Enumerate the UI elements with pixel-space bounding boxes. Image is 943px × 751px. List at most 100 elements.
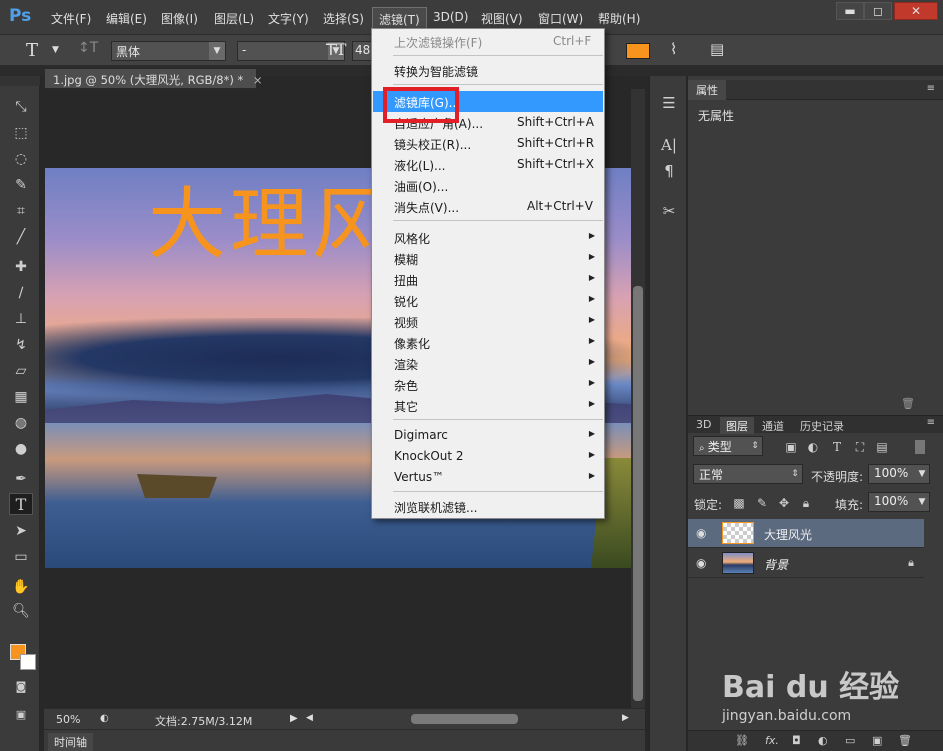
layer-row[interactable]: ◉ 背景 🔒︎ <box>688 549 924 578</box>
zoom-tool-icon[interactable]: 🔍︎ <box>9 600 33 622</box>
maximize-button[interactable]: ◻ <box>864 2 892 20</box>
fx-icon[interactable]: fx. <box>765 734 779 747</box>
menu-item-liquify[interactable]: 液化(L)... Shift+Ctrl+X <box>373 154 603 175</box>
menu-file[interactable]: 文件(F) <box>51 10 91 27</box>
eyedropper-tool-icon[interactable]: ╱ <box>9 226 33 248</box>
menu-item-convert-smart-filter[interactable]: 转换为智能滤镜 <box>373 60 603 81</box>
layer-name[interactable]: 大理风光 <box>764 526 812 543</box>
document-tab[interactable]: 1.jpg @ 50% (大理风光, RGB/8*) * × <box>44 68 263 89</box>
panel-menu-icon[interactable]: ≡ <box>927 83 935 94</box>
fill-input[interactable]: 100% ▼ <box>868 492 930 512</box>
link-layers-icon[interactable]: ⛓ <box>735 734 749 747</box>
lock-all-icon[interactable]: 🔒︎ <box>798 496 814 512</box>
close-button[interactable]: ✕ <box>894 2 938 20</box>
menu-view[interactable]: 视图(V) <box>481 10 523 27</box>
adjustment-layer-icon[interactable]: ◐ <box>818 734 828 747</box>
horizontal-scrollbar-thumb[interactable] <box>411 714 518 724</box>
menu-item-pixelate[interactable]: 像素化 ▶ <box>373 332 603 353</box>
brush-tool-icon[interactable]: ∕ <box>9 282 33 304</box>
background-color-swatch[interactable] <box>20 654 36 670</box>
menu-item-lens-correction[interactable]: 镜头校正(R)... Shift+Ctrl+R <box>373 133 603 154</box>
scrollbar-thumb[interactable] <box>633 286 643 701</box>
menu-item-video[interactable]: 视频 ▶ <box>373 311 603 332</box>
panel-menu-icon[interactable]: ≡ <box>927 417 935 428</box>
delete-layer-icon[interactable]: 🗑︎ <box>898 734 912 747</box>
adjustment-filter-icon[interactable]: ◐ <box>805 440 821 456</box>
add-mask-icon[interactable]: ◘ <box>792 734 801 747</box>
lock-transparent-icon[interactable]: ▩ <box>731 496 747 512</box>
gradient-tool-icon[interactable]: ▦ <box>9 386 33 408</box>
dodge-tool-icon[interactable]: ● <box>9 438 33 460</box>
vertical-scrollbar[interactable] <box>631 89 645 708</box>
hand-tool-icon[interactable]: ✋ <box>9 576 33 598</box>
trash-icon[interactable]: 🗑︎ <box>901 397 915 410</box>
menu-select[interactable]: 选择(S) <box>323 10 364 27</box>
clone-stamp-tool-icon[interactable]: ⊥ <box>9 308 33 330</box>
timeline-tab[interactable]: 时间轴 <box>48 733 93 751</box>
move-tool-icon[interactable]: ⤡ <box>9 96 33 118</box>
quick-mask-icon[interactable]: ◙ <box>9 676 33 698</box>
menu-item-last-filter[interactable]: 上次滤镜操作(F) Ctrl+F <box>373 31 603 52</box>
menu-filter[interactable]: 滤镜(T) <box>372 7 427 29</box>
text-color-swatch[interactable] <box>626 43 650 59</box>
zoom-level[interactable]: 50% <box>56 713 80 726</box>
menu-item-vanishing-point[interactable]: 消失点(V)... Alt+Ctrl+V <box>373 196 603 217</box>
type-tool-icon[interactable]: T <box>9 493 33 515</box>
menu-item-noise[interactable]: 杂色 ▶ <box>373 374 603 395</box>
pixel-filter-icon[interactable]: ▣ <box>783 440 799 456</box>
doc-info-icon[interactable]: ◐ <box>100 713 109 724</box>
type-filter-icon[interactable]: T <box>829 440 845 456</box>
new-layer-icon[interactable]: ▣ <box>872 734 882 747</box>
character-icon[interactable]: A| <box>657 136 681 158</box>
menu-item-filter-gallery[interactable]: 滤镜库(G)... <box>373 91 603 112</box>
menu-item-adaptive-wide-angle[interactable]: 自适应广角(A)... Shift+Ctrl+A <box>373 112 603 133</box>
menu-item-blur[interactable]: 模糊 ▶ <box>373 248 603 269</box>
eye-icon[interactable]: ◉ <box>696 526 706 540</box>
text-orientation-icon[interactable]: ↕T <box>78 40 98 56</box>
eraser-tool-icon[interactable]: ▱ <box>9 360 33 382</box>
layer-kind-filter[interactable]: ⌕ 类型 ⇕ <box>693 436 763 456</box>
group-icon[interactable]: ▭ <box>845 734 855 747</box>
menu-item-other[interactable]: 其它 ▶ <box>373 395 603 416</box>
shape-filter-icon[interactable]: ⛶ <box>852 440 868 456</box>
scroll-left-icon[interactable]: ◀ <box>306 713 313 723</box>
menu-item-vertus[interactable]: Vertus™ ▶ <box>373 467 603 488</box>
lock-image-icon[interactable]: ✎ <box>754 496 770 512</box>
character-panel-icon[interactable]: ▤ <box>710 40 724 58</box>
scroll-right-icon[interactable]: ▶ <box>622 713 629 723</box>
chevron-down-icon[interactable]: ▼ <box>52 45 59 55</box>
menu-item-render[interactable]: 渲染 ▶ <box>373 353 603 374</box>
layer-row[interactable]: ◉ 大理风光 <box>688 519 924 548</box>
eye-icon[interactable]: ◉ <box>696 556 706 570</box>
marquee-tool-icon[interactable]: ⬚ <box>9 122 33 144</box>
menu-item-sharpen[interactable]: 锐化 ▶ <box>373 290 603 311</box>
layer-name[interactable]: 背景 <box>764 556 788 573</box>
menu-help[interactable]: 帮助(H) <box>598 10 640 27</box>
status-menu-arrow-icon[interactable]: ▶ <box>290 713 298 724</box>
pen-tool-icon[interactable]: ✒ <box>9 468 33 490</box>
menu-edit[interactable]: 编辑(E) <box>106 10 147 27</box>
panel-grip[interactable] <box>0 76 40 86</box>
font-family-select[interactable]: 黑体 ▼ <box>111 41 226 61</box>
properties-tab[interactable]: 属性 <box>688 80 726 100</box>
menu-image[interactable]: 图像(I) <box>161 10 198 27</box>
warp-text-icon[interactable]: ⌇ <box>670 40 677 58</box>
paragraph-icon[interactable]: ¶ <box>657 162 681 184</box>
filter-toggle[interactable] <box>915 440 925 454</box>
path-select-tool-icon[interactable]: ➤ <box>9 520 33 542</box>
crop-tool-icon[interactable]: ⌗ <box>9 200 33 222</box>
menu-3d[interactable]: 3D(D) <box>433 10 468 24</box>
tab-history[interactable]: 历史记录 <box>794 417 850 434</box>
menu-item-stylize[interactable]: 风格化 ▶ <box>373 227 603 248</box>
quick-select-tool-icon[interactable]: ✎ <box>9 174 33 196</box>
menu-item-knockout[interactable]: KnockOut 2 ▶ <box>373 446 603 467</box>
type-tool-preset-icon[interactable]: T <box>26 40 38 61</box>
blend-mode-select[interactable]: 正常 ⇕ <box>693 464 803 484</box>
lasso-tool-icon[interactable]: ◌ <box>9 148 33 170</box>
screen-mode-icon[interactable]: ▣ <box>9 704 33 726</box>
blur-tool-icon[interactable]: ◍ <box>9 412 33 434</box>
smart-object-filter-icon[interactable]: ▤ <box>874 440 890 456</box>
opacity-input[interactable]: 100% ▼ <box>868 464 930 484</box>
tab-layers[interactable]: 图层 <box>720 417 754 434</box>
menu-item-oil-paint[interactable]: 油画(O)... <box>373 175 603 196</box>
